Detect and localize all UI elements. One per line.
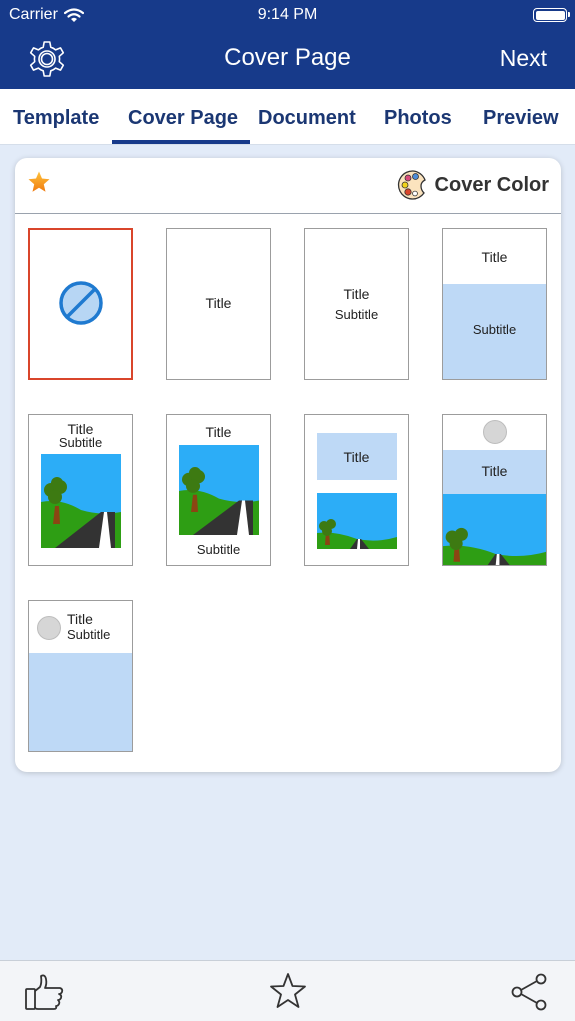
nav-bar: Cover Page Next: [0, 30, 575, 89]
status-bar: Carrier 9:14 PM: [0, 0, 575, 30]
share-icon[interactable]: [509, 971, 553, 1013]
template-title: Title: [343, 286, 370, 302]
template-subtitle: Subtitle: [472, 322, 517, 337]
template-title-subtitle-photo[interactable]: Title Subtitle: [28, 414, 133, 566]
next-button[interactable]: Next: [500, 45, 547, 72]
template-subtitle: Subtitle: [67, 627, 111, 642]
template-logo-title-fullphoto[interactable]: Title: [442, 414, 547, 566]
template-subtitle: Subtitle: [196, 542, 241, 557]
tab-bar: Template Cover Page Document Photos Prev…: [0, 89, 575, 145]
template-subtitle: Subtitle: [58, 435, 103, 450]
blue-block: [29, 653, 132, 751]
photo-placeholder: [317, 493, 397, 549]
star-outline-icon[interactable]: [266, 971, 310, 1013]
card-header: Cover Color: [15, 158, 561, 214]
template-title: Title: [481, 249, 508, 265]
no-cover-icon: [59, 281, 103, 325]
tab-photos[interactable]: Photos: [384, 107, 452, 130]
cover-color-label: Cover Color: [434, 173, 549, 196]
template-title-photo-subtitle[interactable]: Title Subtitle: [166, 414, 271, 566]
template-title-blue-subtitle[interactable]: Title Subtitle: [442, 228, 547, 380]
top-bar: Carrier 9:14 PM Cover Page Next: [0, 0, 575, 89]
template-title-subtitle[interactable]: Title Subtitle: [304, 228, 409, 380]
battery-full-icon: [533, 8, 570, 22]
template-title: Title: [343, 449, 370, 465]
page-title: Cover Page: [224, 44, 351, 71]
template-blue-title-photo[interactable]: Title: [304, 414, 409, 566]
template-none[interactable]: [28, 228, 133, 380]
photo-placeholder: [179, 445, 259, 535]
template-title: Title: [205, 295, 232, 311]
tab-document[interactable]: Document: [258, 107, 356, 130]
cover-color-button[interactable]: Cover Color: [397, 169, 549, 201]
palette-icon: [397, 170, 426, 200]
template-title: Title: [67, 611, 93, 627]
template-title-only[interactable]: Title: [166, 228, 271, 380]
photo-placeholder: [443, 494, 547, 566]
template-subtitle: Subtitle: [334, 307, 379, 322]
photo-placeholder: [41, 454, 121, 548]
template-card: Cover Color Title Title Subtitle Title S…: [15, 158, 561, 772]
tab-template[interactable]: Template: [13, 107, 99, 130]
status-time: 9:14 PM: [257, 6, 318, 23]
tab-cover-page[interactable]: Cover Page: [128, 107, 238, 130]
bottom-toolbar: [0, 960, 575, 1021]
template-logo-title-subtitle-blue[interactable]: Title Subtitle: [28, 600, 133, 752]
template-title: Title: [481, 463, 508, 479]
logo-placeholder: [37, 616, 61, 640]
star-filled-icon[interactable]: [27, 170, 51, 194]
thumbs-up-icon[interactable]: [23, 971, 67, 1013]
tab-preview[interactable]: Preview: [483, 107, 559, 130]
template-title: Title: [205, 424, 232, 440]
active-tab-indicator: [112, 140, 250, 144]
logo-placeholder: [483, 420, 507, 444]
